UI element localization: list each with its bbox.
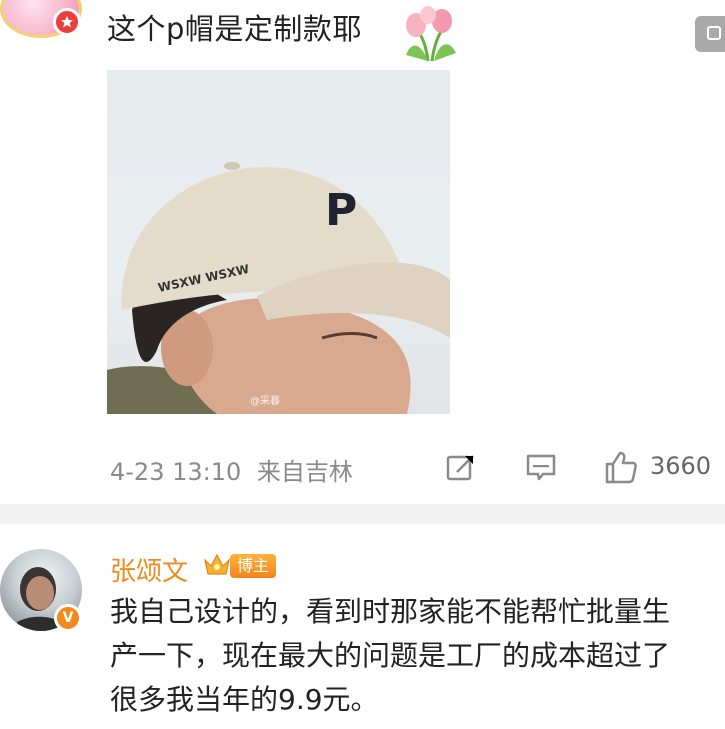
tulip-icon bbox=[406, 6, 456, 62]
weibo-comment-page: 这个p帽是定制款耶 P WSXW WSXW @采暮 4-23 13:10 来自吉… bbox=[0, 0, 725, 729]
verified-icon bbox=[53, 8, 81, 36]
share-edit-icon[interactable] bbox=[445, 452, 477, 486]
blogger-badge: 博主 bbox=[230, 554, 277, 578]
comment-icon[interactable] bbox=[525, 452, 557, 488]
like-count: 3660 bbox=[650, 452, 712, 480]
photo-watermark: @采暮 bbox=[250, 396, 280, 407]
comment-text: 我自己设计的，看到时那家能不能帮忙批量生产一下，现在最大的问题是工厂的成本超过了… bbox=[110, 595, 671, 716]
comment-location: 来自吉林 bbox=[256, 458, 353, 486]
comment-meta: 4-23 13:10 来自吉林 bbox=[110, 452, 353, 487]
comment-photo[interactable]: P WSXW WSXW @采暮 bbox=[107, 70, 450, 414]
comment-text: 这个p帽是定制款耶 bbox=[107, 12, 362, 46]
svg-text:P: P bbox=[325, 185, 357, 236]
crown-icon bbox=[203, 553, 231, 575]
username[interactable]: 张颂文 bbox=[110, 551, 188, 588]
comment-time: 4-23 13:10 bbox=[110, 458, 242, 486]
section-divider bbox=[0, 504, 725, 524]
corner-action-button[interactable] bbox=[695, 16, 725, 52]
verified-icon: V bbox=[54, 604, 82, 632]
like-icon[interactable] bbox=[603, 449, 639, 489]
